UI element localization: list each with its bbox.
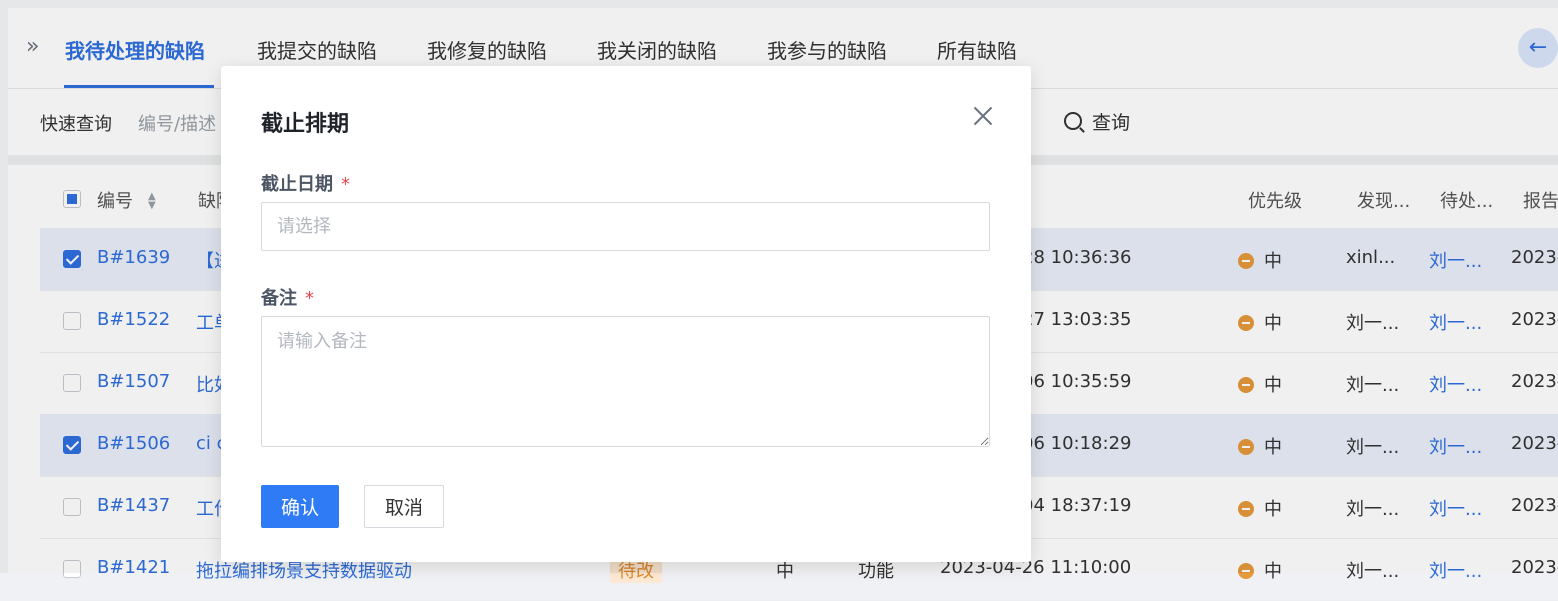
deadline-date-label: 截止日期 * [261, 170, 350, 196]
deadline-date-picker[interactable] [261, 202, 990, 251]
dialog-title: 截止排期 [261, 112, 350, 137]
cancel-button[interactable]: 取消 [364, 485, 444, 528]
remark-label-text: 备注 [261, 288, 297, 309]
required-mark: * [341, 174, 350, 195]
required-mark: * [305, 288, 314, 309]
confirm-button[interactable]: 确认 [261, 485, 339, 528]
remark-label: 备注 * [261, 284, 314, 310]
deadline-date-label-text: 截止日期 [261, 174, 333, 195]
deadline-schedule-dialog: 截止排期 截止日期 * 备注 * 确认 取消 [221, 66, 1031, 562]
remark-textarea[interactable] [261, 316, 990, 447]
close-icon[interactable] [971, 104, 995, 128]
